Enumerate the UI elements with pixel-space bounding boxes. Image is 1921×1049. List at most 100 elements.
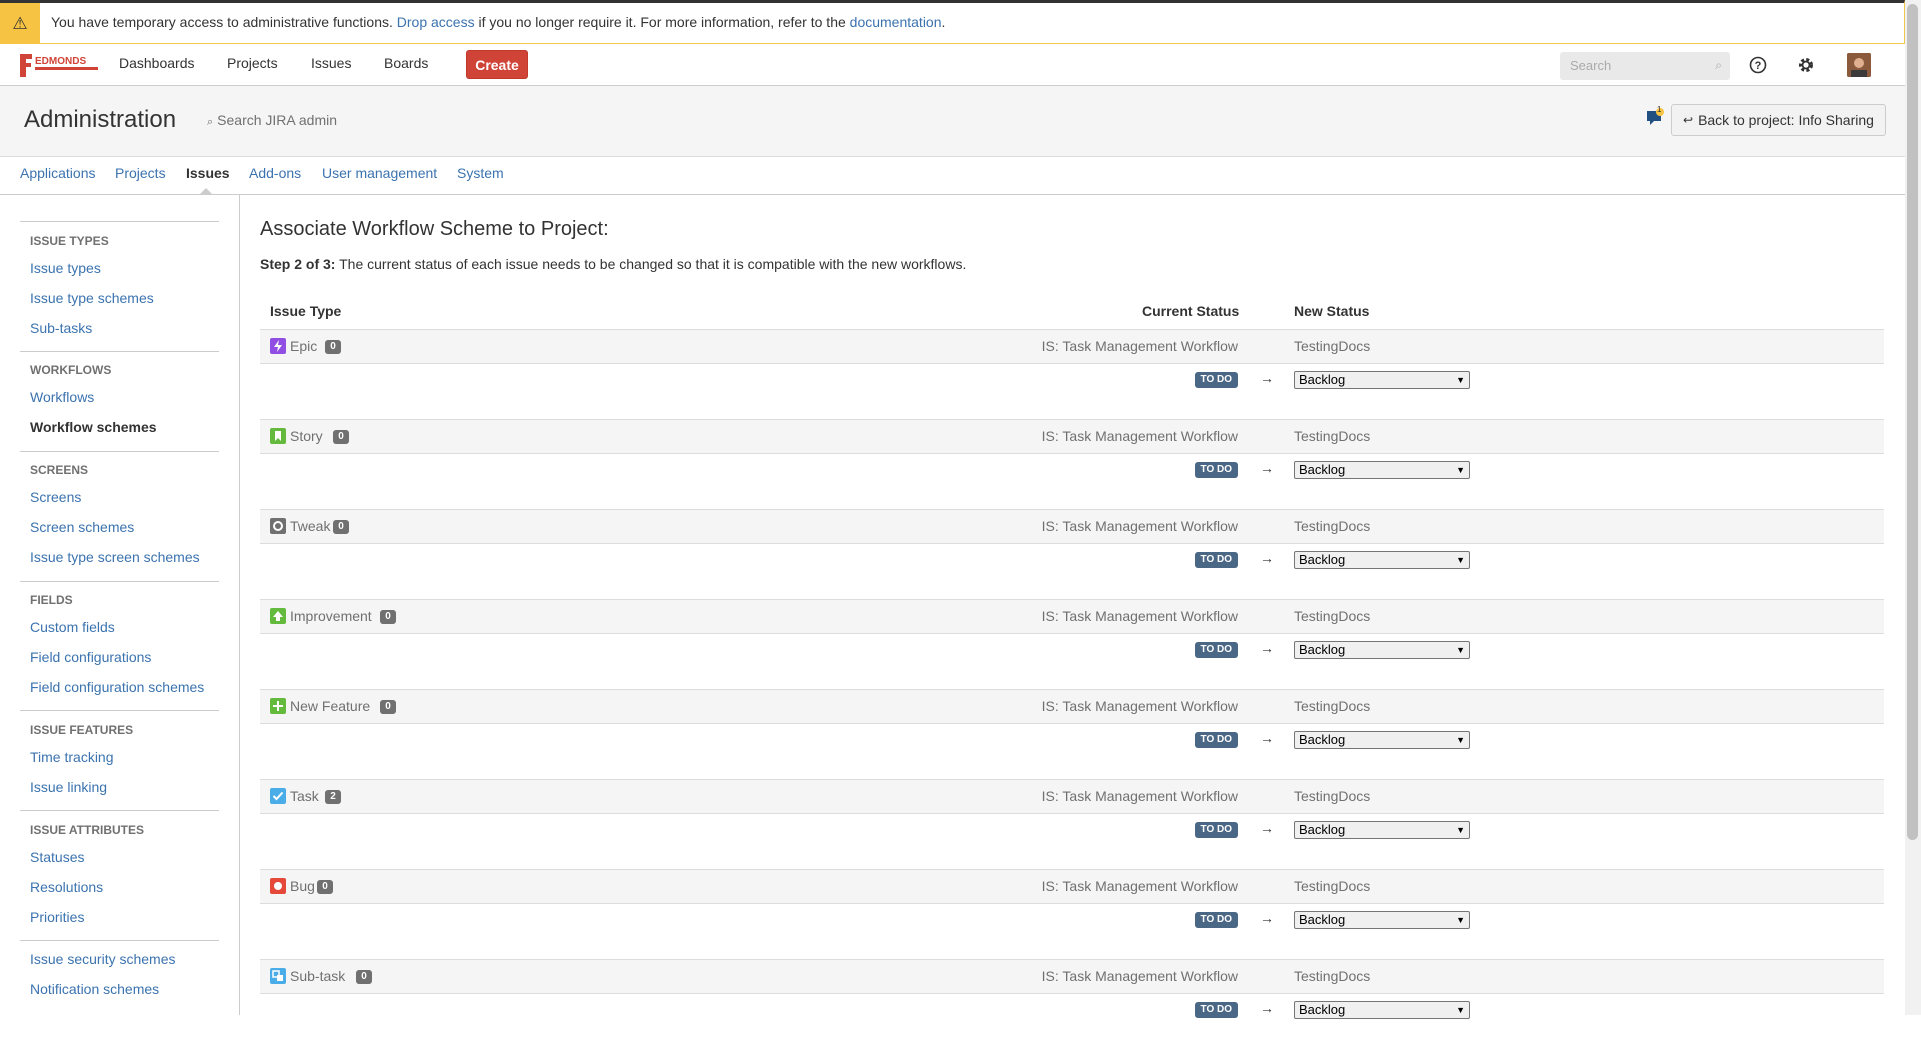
- new-status-select[interactable]: Backlog ▼: [1294, 371, 1470, 389]
- back-button-label: Back to project: Info Sharing: [1698, 112, 1874, 128]
- table-row: Task 2 IS: Task Management Workflow Testing…: [260, 779, 1884, 814]
- current-workflow: IS: Task Management Workflow: [1041, 968, 1238, 984]
- sidebar-item-statuses[interactable]: Statuses: [30, 849, 84, 865]
- new-status-select[interactable]: Backlog ▼: [1294, 731, 1470, 749]
- nav-boards[interactable]: Boards: [384, 55, 428, 71]
- table-row: Epic 0 IS: Task Management Workflow Testing…: [260, 329, 1884, 364]
- tab-applications[interactable]: Applications: [20, 165, 96, 181]
- search-icon: ⌕: [207, 116, 214, 128]
- issue-count-badge: 0: [380, 610, 396, 624]
- arrow-right-icon: →: [1260, 1000, 1274, 1016]
- create-button[interactable]: Create: [466, 50, 528, 79]
- step-label: Step 2 of 3:: [260, 256, 336, 272]
- status-mapping-row: TO DO → Backlog ▼: [260, 544, 1884, 599]
- sidebar-item-custom-fields[interactable]: Custom fields: [30, 619, 115, 635]
- status-mapping-row: TO DO → Backlog ▼: [260, 454, 1884, 509]
- drop-access-link[interactable]: Drop access: [397, 14, 475, 30]
- documentation-link[interactable]: documentation: [850, 14, 942, 30]
- sidebar-item-time-tracking[interactable]: Time tracking: [30, 749, 114, 765]
- back-to-project-button[interactable]: ↩ Back to project: Info Sharing: [1671, 104, 1886, 136]
- sidebar-item-notification-schemes[interactable]: Notification schemes: [30, 981, 159, 997]
- sidebar-heading-issue-types: ISSUE TYPES: [30, 234, 109, 248]
- page-scrollbar[interactable]: [1905, 0, 1921, 1015]
- step-text: The current status of each issue needs t…: [335, 256, 967, 272]
- sidebar-item-issue-type-schemes[interactable]: Issue type schemes: [30, 290, 154, 306]
- scrollbar-thumb[interactable]: [1907, 4, 1918, 840]
- sidebar-heading-workflows: WORKFLOWS: [30, 363, 112, 377]
- gear-icon[interactable]: [1794, 53, 1818, 77]
- current-status-lozenge: TO DO: [1194, 1002, 1238, 1018]
- svg-text:?: ?: [1755, 60, 1762, 72]
- back-arrow-icon: ↩: [1683, 113, 1694, 127]
- new-status-selected-value: Backlog: [1299, 822, 1346, 837]
- dropdown-caret-icon: ▼: [1456, 915, 1465, 925]
- status-mapping-row: TO DO → Backlog ▼: [260, 904, 1884, 959]
- current-workflow: IS: Task Management Workflow: [1041, 518, 1238, 534]
- banner-text-2: if you no longer require it. For more in…: [474, 14, 850, 30]
- sidebar-item-issue-security-schemes[interactable]: Issue security schemes: [30, 951, 176, 967]
- dropdown-caret-icon: ▼: [1456, 555, 1465, 565]
- dropdown-caret-icon: ▼: [1456, 465, 1465, 475]
- active-tab-pointer: [200, 188, 212, 194]
- dropdown-caret-icon: ▼: [1456, 735, 1465, 745]
- sidebar-item-field-configurations[interactable]: Field configurations: [30, 649, 151, 665]
- sidebar-item-sub-tasks[interactable]: Sub-tasks: [30, 320, 92, 336]
- issue-type-name: Sub-task: [290, 968, 346, 984]
- notification-icon[interactable]: 1: [1645, 105, 1665, 128]
- banner-message: You have temporary access to administrat…: [51, 14, 945, 30]
- new-status-select[interactable]: Backlog ▼: [1294, 911, 1470, 929]
- nav-dashboards[interactable]: Dashboards: [119, 55, 195, 71]
- tab-issues[interactable]: Issues: [186, 165, 230, 181]
- tab-user-management[interactable]: User management: [322, 165, 437, 181]
- sidebar-divider: [20, 940, 219, 941]
- new-status-select[interactable]: Backlog ▼: [1294, 1001, 1470, 1019]
- tab-system[interactable]: System: [457, 165, 504, 181]
- issue-count-badge: 0: [317, 880, 333, 894]
- new-workflow: TestingDocs: [1294, 608, 1371, 624]
- new-status-select[interactable]: Backlog ▼: [1294, 461, 1470, 479]
- admin-search-input[interactable]: ⌕ Search JIRA admin: [207, 112, 337, 129]
- sidebar-divider: [20, 351, 219, 352]
- issue-type-name: Bug: [290, 878, 315, 894]
- sidebar-heading-issue-features: ISSUE FEATURES: [30, 723, 134, 737]
- dropdown-caret-icon: ▼: [1456, 645, 1465, 655]
- sidebar-item-issue-type-screen-schemes[interactable]: Issue type screen schemes: [30, 549, 200, 565]
- new-status-select[interactable]: Backlog ▼: [1294, 821, 1470, 839]
- tab-add-ons[interactable]: Add-ons: [249, 165, 301, 181]
- new-status-selected-value: Backlog: [1299, 732, 1346, 747]
- arrow-right-icon: →: [1260, 370, 1274, 386]
- arrow-right-icon: →: [1260, 910, 1274, 926]
- help-icon[interactable]: ?: [1746, 53, 1770, 77]
- sidebar-item-priorities[interactable]: Priorities: [30, 909, 84, 925]
- sidebar-item-screens[interactable]: Screens: [30, 489, 81, 505]
- sidebar-item-resolutions[interactable]: Resolutions: [30, 879, 103, 895]
- new-status-select[interactable]: Backlog ▼: [1294, 641, 1470, 659]
- user-avatar[interactable]: [1847, 53, 1871, 77]
- new-status-select[interactable]: Backlog ▼: [1294, 551, 1470, 569]
- tab-projects[interactable]: Projects: [115, 165, 166, 181]
- dropdown-caret-icon: ▼: [1456, 375, 1465, 385]
- sidebar-item-field-configuration-schemes[interactable]: Field configuration schemes: [30, 679, 204, 695]
- arrow-right-icon: →: [1260, 640, 1274, 656]
- sidebar-item-issue-types[interactable]: Issue types: [30, 260, 101, 276]
- sidebar-item-screen-schemes[interactable]: Screen schemes: [30, 519, 134, 535]
- company-logo[interactable]: EDMONDS: [18, 50, 100, 80]
- issue-type-name: New Feature: [290, 698, 371, 714]
- arrow-right-icon: →: [1260, 550, 1274, 566]
- sidebar-heading-issue-attributes: ISSUE ATTRIBUTES: [30, 823, 145, 837]
- global-search-input[interactable]: Search ⌕: [1560, 52, 1730, 80]
- issue-type-name: Tweak: [290, 518, 331, 534]
- sidebar-item-workflow-schemes[interactable]: Workflow schemes: [30, 419, 157, 435]
- improvement-icon: [270, 608, 286, 624]
- sidebar-item-issue-linking[interactable]: Issue linking: [30, 779, 107, 795]
- nav-projects[interactable]: Projects: [227, 55, 278, 71]
- subtask-icon: [270, 968, 286, 984]
- task-icon: [270, 788, 286, 804]
- current-workflow: IS: Task Management Workflow: [1041, 878, 1238, 894]
- bug-icon: [270, 878, 286, 894]
- new-status-selected-value: Backlog: [1299, 552, 1346, 567]
- issue-type-name: Story: [290, 428, 323, 444]
- nav-issues[interactable]: Issues: [311, 55, 351, 71]
- current-status-lozenge: TO DO: [1194, 462, 1238, 478]
- sidebar-item-workflows[interactable]: Workflows: [30, 389, 94, 405]
